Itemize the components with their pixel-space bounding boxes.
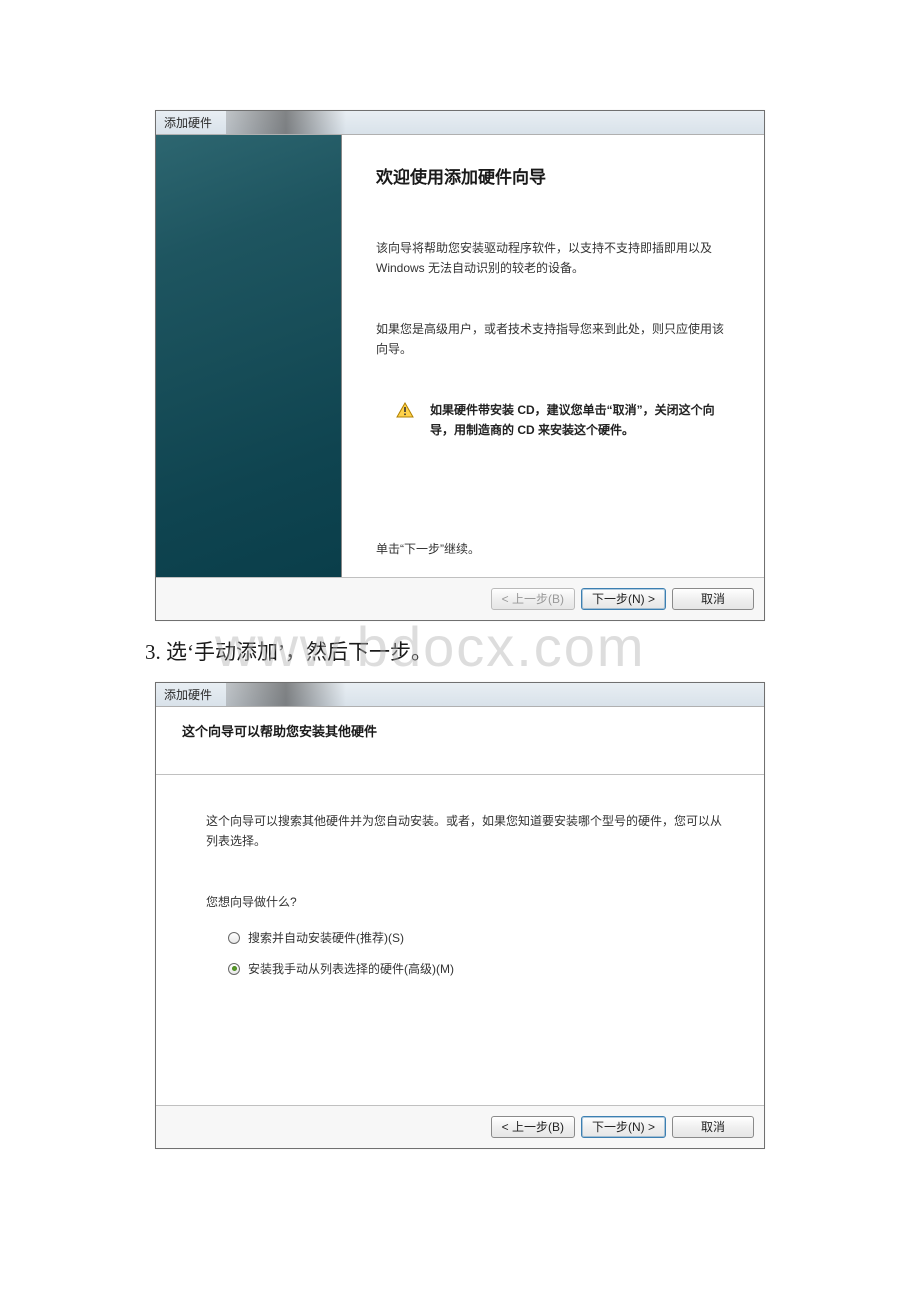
dialog-footer: < 上一步(B) 下一步(N) > 取消: [156, 577, 764, 620]
radio-icon: [228, 932, 240, 944]
wizard-question: 您想向导做什么?: [206, 892, 728, 912]
titlebar-gradient: [226, 683, 346, 706]
wizard-heading: 欢迎使用添加硬件向导: [376, 163, 730, 188]
titlebar: 添加硬件: [156, 683, 764, 707]
titlebar: 添加硬件: [156, 111, 764, 135]
next-button[interactable]: 下一步(N) >: [581, 1116, 666, 1138]
wizard-paragraph-1: 该向导将帮助您安装驱动程序软件，以支持不支持即插即用以及 Windows 无法自…: [376, 238, 730, 279]
wizard-content: 欢迎使用添加硬件向导 该向导将帮助您安装驱动程序软件，以支持不支持即插即用以及 …: [342, 135, 764, 577]
back-button: < 上一步(B): [491, 588, 575, 610]
wizard-heading: 这个向导可以帮助您安装其他硬件: [182, 721, 740, 740]
back-button[interactable]: < 上一步(B): [491, 1116, 575, 1138]
wizard-paragraph: 这个向导可以搜索其他硬件并为您自动安装。或者，如果您知道要安装哪个型号的硬件，您…: [206, 811, 728, 852]
add-hardware-wizard-choice-dialog: 添加硬件 这个向导可以帮助您安装其他硬件 这个向导可以搜索其他硬件并为您自动安装…: [155, 682, 765, 1149]
dialog-footer: < 上一步(B) 下一步(N) > 取消: [156, 1105, 764, 1148]
radio-option-manual-install[interactable]: 安装我手动从列表选择的硬件(高级)(M): [228, 959, 728, 979]
titlebar-text: 添加硬件: [164, 686, 212, 703]
radio-label: 安装我手动从列表选择的硬件(高级)(M): [248, 959, 454, 979]
radio-label: 搜索并自动安装硬件(推荐)(S): [248, 928, 404, 948]
cancel-button[interactable]: 取消: [672, 588, 754, 610]
titlebar-text: 添加硬件: [164, 114, 212, 131]
radio-group: 搜索并自动安装硬件(推荐)(S) 安装我手动从列表选择的硬件(高级)(M): [228, 928, 728, 979]
cancel-button[interactable]: 取消: [672, 1116, 754, 1138]
dialog-body: 欢迎使用添加硬件向导 该向导将帮助您安装驱动程序软件，以支持不支持即插即用以及 …: [156, 135, 764, 577]
dialog-header-area: 这个向导可以帮助您安装其他硬件: [156, 707, 764, 775]
wizard-side-banner: [156, 135, 342, 577]
warning-icon: [396, 402, 414, 418]
warning-text: 如果硬件带安装 CD，建议您单击“取消”，关闭这个向导，用制造商的 CD 来安装…: [430, 400, 730, 441]
titlebar-gradient: [226, 111, 346, 134]
radio-option-auto-search[interactable]: 搜索并自动安装硬件(推荐)(S): [228, 928, 728, 948]
warning-row: 如果硬件带安装 CD，建议您单击“取消”，关闭这个向导，用制造商的 CD 来安装…: [396, 400, 730, 441]
next-button[interactable]: 下一步(N) >: [581, 588, 666, 610]
wizard-paragraph-2: 如果您是高级用户，或者技术支持指导您来到此处，则只应使用该向导。: [376, 319, 730, 360]
add-hardware-wizard-welcome-dialog: 添加硬件 欢迎使用添加硬件向导 该向导将帮助您安装驱动程序软件，以支持不支持即插…: [155, 110, 765, 621]
radio-icon: [228, 963, 240, 975]
step-instruction-text: 3. 选‘手动添加’，然后下一步。: [145, 636, 765, 666]
continue-hint: 单击“下一步”继续。: [376, 540, 730, 557]
dialog-body: 这个向导可以搜索其他硬件并为您自动安装。或者，如果您知道要安装哪个型号的硬件，您…: [156, 775, 764, 1105]
